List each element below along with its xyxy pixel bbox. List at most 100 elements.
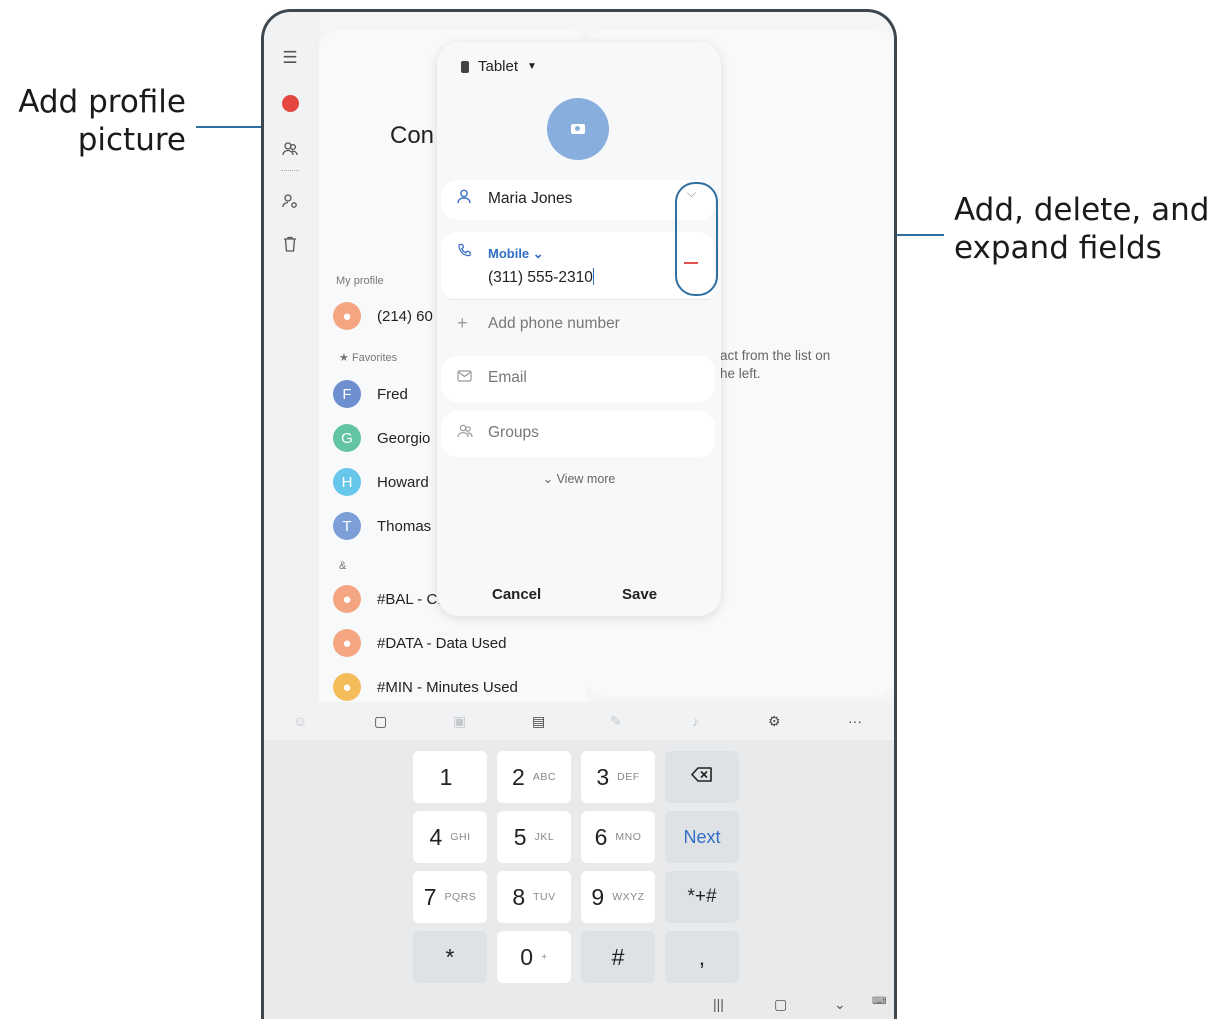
callout-right-line2: expand fields xyxy=(954,230,1162,266)
handwriting-icon[interactable]: ✎ xyxy=(610,713,622,730)
tablet-frame: ☰ Con My profile ● (214) 60 ★ Favorites … xyxy=(261,9,897,1019)
comma-key[interactable]: , xyxy=(665,931,739,983)
clipboard-icon[interactable]: ▢ xyxy=(374,713,387,730)
symbols-key[interactable]: *+# xyxy=(665,871,739,923)
star-icon: ★ xyxy=(339,352,349,364)
save-button[interactable]: Save xyxy=(622,586,657,603)
field-divider xyxy=(447,299,709,300)
contact-name: Fred xyxy=(377,385,408,403)
key-star[interactable]: * xyxy=(413,931,487,983)
avatar: ● xyxy=(333,302,361,330)
key-8[interactable]: 8 TUV xyxy=(497,871,571,923)
add-phone-placeholder: Add phone number xyxy=(488,315,620,332)
chevron-down-icon: ⌄ xyxy=(532,246,544,261)
avatar: ● xyxy=(333,585,361,613)
phone-type-selector[interactable]: Mobile ⌄ xyxy=(488,246,544,262)
backspace-icon xyxy=(691,767,713,787)
navigation-rail: ☰ xyxy=(264,12,319,702)
list-item[interactable]: F Fred xyxy=(333,380,408,408)
contact-name: Thomas xyxy=(377,517,432,535)
key-hash[interactable]: # xyxy=(581,931,655,983)
account-selector[interactable]: Tablet ▼ xyxy=(461,58,537,75)
recents-icon[interactable]: ||| xyxy=(713,996,724,1012)
menu-icon[interactable]: ☰ xyxy=(279,47,301,69)
tablet-icon xyxy=(461,60,469,73)
avatar: ● xyxy=(333,629,361,657)
avatar: T xyxy=(333,512,361,540)
key-0[interactable]: 0 + xyxy=(497,931,571,983)
my-profile-number: (214) 60 xyxy=(377,307,433,325)
groups-placeholder: Groups xyxy=(488,424,539,441)
contacts-icon[interactable] xyxy=(279,138,301,160)
list-item[interactable]: ● #DATA - Data Used xyxy=(333,629,507,657)
callout-left-line1: Add profile xyxy=(18,84,186,120)
text-cursor xyxy=(592,268,594,285)
next-key[interactable]: Next xyxy=(665,811,739,863)
contact-name: #DATA - Data Used xyxy=(377,634,507,652)
view-more-button[interactable]: ⌄ View more xyxy=(437,471,721,486)
rail-divider xyxy=(281,170,299,171)
email-placeholder: Email xyxy=(488,369,527,386)
callout-add-delete-expand: Add, delete, and expand fields xyxy=(954,191,1209,267)
callout-right-line1: Add, delete, and xyxy=(954,192,1210,228)
back-chevron-down-icon[interactable]: ⌄ xyxy=(834,996,846,1013)
email-field-card[interactable]: Email xyxy=(441,356,715,402)
callout-add-profile-picture: Add profile picture xyxy=(18,83,186,159)
phone-icon xyxy=(457,243,472,262)
phone-number-field[interactable]: (311) 555-2310 xyxy=(488,268,594,287)
contact-name: Georgio xyxy=(377,429,431,447)
list-item[interactable]: ● #BAL - C. xyxy=(333,585,441,613)
callout-highlight-ring xyxy=(675,182,718,296)
create-contact-dialog: Tablet ▼ Maria Jones Mobile ⌄ (311) 555-… xyxy=(437,42,721,616)
account-label: Tablet xyxy=(478,58,519,75)
keyboard-toolbar: ☺ ▢ ▣ ▤ ✎ ♪ ⚙ ··· xyxy=(264,702,894,740)
contact-name: #BAL - C. xyxy=(377,590,442,608)
microphone-icon[interactable]: ♪ xyxy=(692,713,699,729)
key-2[interactable]: 2 ABC xyxy=(497,751,571,803)
key-9[interactable]: 9 WXYZ xyxy=(581,871,655,923)
name-field[interactable]: Maria Jones xyxy=(488,190,572,208)
trash-icon[interactable] xyxy=(279,233,301,255)
list-item[interactable]: G Georgio xyxy=(333,424,430,452)
avatar: ● xyxy=(333,673,361,701)
contact-name: Howard xyxy=(377,473,429,491)
camera-icon xyxy=(571,124,585,134)
key-5[interactable]: 5 JKL xyxy=(497,811,571,863)
key-1[interactable]: 1 xyxy=(413,751,487,803)
callout-left-line2: picture xyxy=(77,122,186,158)
dropdown-arrow-icon: ▼ xyxy=(527,61,537,72)
avatar: H xyxy=(333,468,361,496)
detail-hint: act from the list on he left. xyxy=(720,348,831,381)
favorites-label: ★ Favorites xyxy=(339,352,398,364)
list-item[interactable]: T Thomas xyxy=(333,512,431,540)
my-profile-label: My profile xyxy=(336,275,384,287)
add-phone-row[interactable]: + Add phone number xyxy=(441,305,715,345)
list-item[interactable]: H Howard xyxy=(333,468,429,496)
cancel-button[interactable]: Cancel xyxy=(492,586,541,603)
backspace-key[interactable] xyxy=(665,751,739,803)
key-3[interactable]: 3 DEF xyxy=(581,751,655,803)
phone-field-card: Mobile ⌄ (311) 555-2310 xyxy=(441,232,715,300)
envelope-icon xyxy=(457,369,472,386)
emoji-icon[interactable]: ☺ xyxy=(293,713,307,729)
page-title: Con xyxy=(390,122,435,149)
key-6[interactable]: 6 MNO xyxy=(581,811,655,863)
keyboard-mode-icon[interactable]: ▤ xyxy=(532,713,545,730)
home-icon[interactable]: ▢ xyxy=(774,996,787,1013)
more-options-icon[interactable]: ··· xyxy=(848,713,862,729)
system-navigation-bar: ||| ▢ ⌄ ⌨ xyxy=(264,990,894,1019)
keyboard-switch-icon[interactable]: ⌨ xyxy=(872,996,886,1007)
list-item[interactable]: ● #MIN - Minutes Used xyxy=(333,673,518,701)
manage-contacts-icon[interactable] xyxy=(279,190,301,212)
groups-field-card[interactable]: Groups xyxy=(441,411,715,457)
key-7[interactable]: 7 PQRS xyxy=(413,871,487,923)
key-4[interactable]: 4 GHI xyxy=(413,811,487,863)
profile-icon[interactable] xyxy=(279,92,301,114)
my-profile-item[interactable]: ● (214) 60 xyxy=(333,302,433,330)
sticker-icon[interactable]: ▣ xyxy=(453,713,466,730)
group-section-label: & xyxy=(339,560,347,572)
avatar: F xyxy=(333,380,361,408)
groups-icon xyxy=(457,424,473,442)
add-profile-picture-button[interactable] xyxy=(547,98,609,160)
settings-gear-icon[interactable]: ⚙ xyxy=(768,713,781,730)
